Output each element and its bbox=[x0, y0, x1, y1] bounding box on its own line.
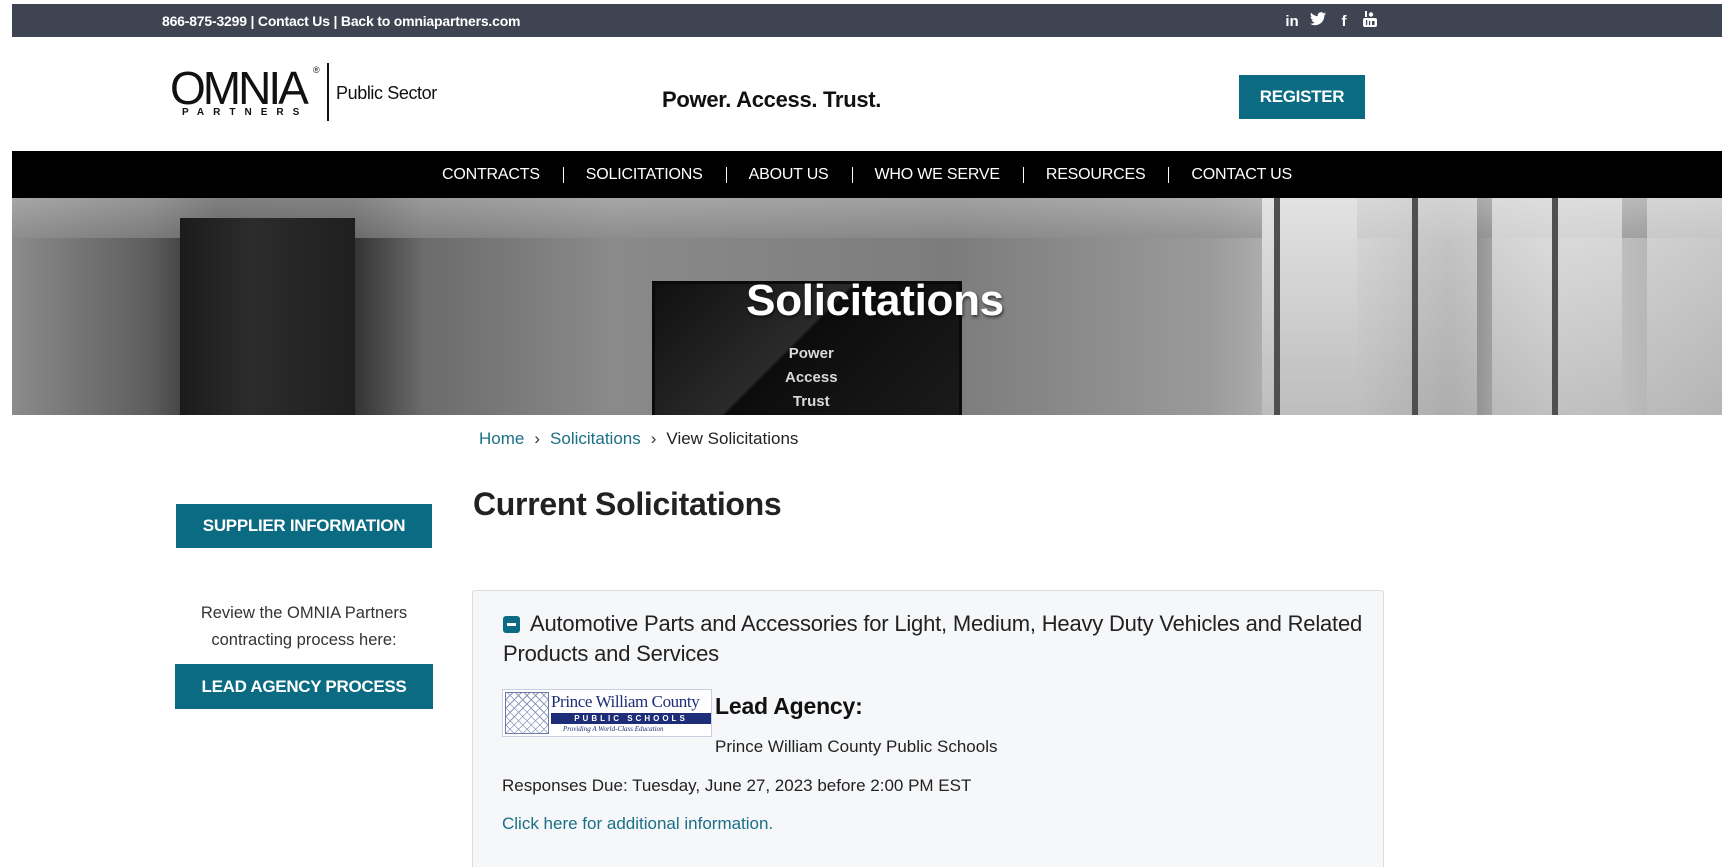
lead-agency-name: Prince William County Public Schools bbox=[715, 737, 998, 756]
facebook-icon[interactable]: f bbox=[1336, 13, 1352, 31]
hero-title-text: Solicitations bbox=[746, 276, 1004, 325]
breadcrumb-separator: › bbox=[534, 429, 541, 448]
breadcrumb-separator: › bbox=[650, 429, 657, 448]
contact-us-link[interactable]: Contact Us bbox=[258, 13, 330, 29]
screen-line: Trust bbox=[792, 393, 830, 410]
utility-separator: | bbox=[329, 13, 341, 29]
nav-who-we-serve[interactable]: WHO WE SERVE bbox=[851, 166, 1023, 184]
register-button[interactable]: REGISTER bbox=[1239, 75, 1365, 119]
lead-agency-process-button[interactable]: LEAD AGENCY PROCESS bbox=[175, 664, 433, 709]
solicitation-card: Automotive Parts and Accessories for Lig… bbox=[472, 590, 1384, 867]
agency-logo-bar: PUBLIC SCHOOLS bbox=[551, 713, 711, 724]
agency-logo-name: Prince William County bbox=[551, 692, 700, 711]
agency-logo: Prince William County PUBLIC SCHOOLS Pro… bbox=[502, 689, 712, 737]
social-links: in f bbox=[1284, 11, 1378, 32]
page-title: Current Solicitations bbox=[473, 486, 782, 522]
phone-number[interactable]: 866-875-3299 bbox=[162, 13, 247, 29]
hero-screen-text: Power Access Trust bbox=[785, 342, 838, 414]
breadcrumb-solicitations[interactable]: Solicitations bbox=[550, 429, 641, 448]
solicitation-title[interactable]: Automotive Parts and Accessories for Lig… bbox=[503, 609, 1363, 669]
responses-due: Responses Due: Tuesday, June 27, 2023 be… bbox=[502, 776, 972, 795]
nav-contracts[interactable]: CONTRACTS bbox=[419, 166, 563, 184]
twitter-icon-svg bbox=[1310, 12, 1326, 26]
nav-resources[interactable]: RESOURCES bbox=[1022, 166, 1169, 184]
youtube-icon[interactable] bbox=[1362, 11, 1378, 32]
screen-line: Access bbox=[785, 369, 838, 386]
utility-links: 866-875-3299 | Contact Us | Back to omni… bbox=[162, 13, 521, 29]
logo-registered-mark: ® bbox=[313, 65, 320, 75]
breadcrumb-home[interactable]: Home bbox=[479, 429, 524, 448]
utility-separator: | bbox=[246, 13, 258, 29]
breadcrumb: Home › Solicitations › View Solicitations bbox=[479, 429, 798, 449]
omnia-logo[interactable]: OMNIA ® PARTNERS Public Sector bbox=[170, 63, 450, 123]
site-header: OMNIA ® PARTNERS Public Sector Power. Ac… bbox=[12, 37, 1722, 151]
youtube-icon-svg bbox=[1363, 11, 1377, 27]
logo-divider bbox=[327, 63, 329, 121]
nav-contact-us[interactable]: CONTACT US bbox=[1168, 166, 1315, 184]
logo-wordmark: OMNIA bbox=[170, 62, 309, 114]
sidebar-note: Review the OMNIA Partners contracting pr… bbox=[200, 604, 408, 649]
agency-logo-tagline: Providing A World-Class Education bbox=[563, 725, 664, 733]
linkedin-icon[interactable]: in bbox=[1284, 13, 1300, 31]
twitter-icon[interactable] bbox=[1310, 12, 1326, 31]
hero-title: Solicitations bbox=[12, 276, 1722, 326]
supplier-information-button[interactable]: SUPPLIER INFORMATION bbox=[176, 504, 432, 548]
hero-banner: Power Access Trust Solicitations bbox=[12, 198, 1722, 415]
additional-info-link[interactable]: Click here for additional information. bbox=[502, 814, 773, 834]
nav-solicitations[interactable]: SOLICITATIONS bbox=[562, 166, 726, 184]
lead-agency-label: Lead Agency: bbox=[715, 693, 863, 719]
back-to-site-link[interactable]: Back to omniapartners.com bbox=[341, 13, 521, 29]
main-nav: CONTRACTS SOLICITATIONS ABOUT US WHO WE … bbox=[12, 151, 1722, 198]
logo-sector: Public Sector bbox=[336, 83, 437, 103]
tagline: Power. Access. Trust. bbox=[662, 87, 882, 112]
utility-bar: 866-875-3299 | Contact Us | Back to omni… bbox=[12, 4, 1722, 37]
breadcrumb-current: View Solicitations bbox=[666, 429, 799, 448]
nav-about-us[interactable]: ABOUT US bbox=[725, 166, 852, 184]
logo-partners: PARTNERS bbox=[182, 107, 309, 118]
globe-grid-icon bbox=[505, 692, 549, 734]
screen-line: Power bbox=[788, 345, 834, 362]
